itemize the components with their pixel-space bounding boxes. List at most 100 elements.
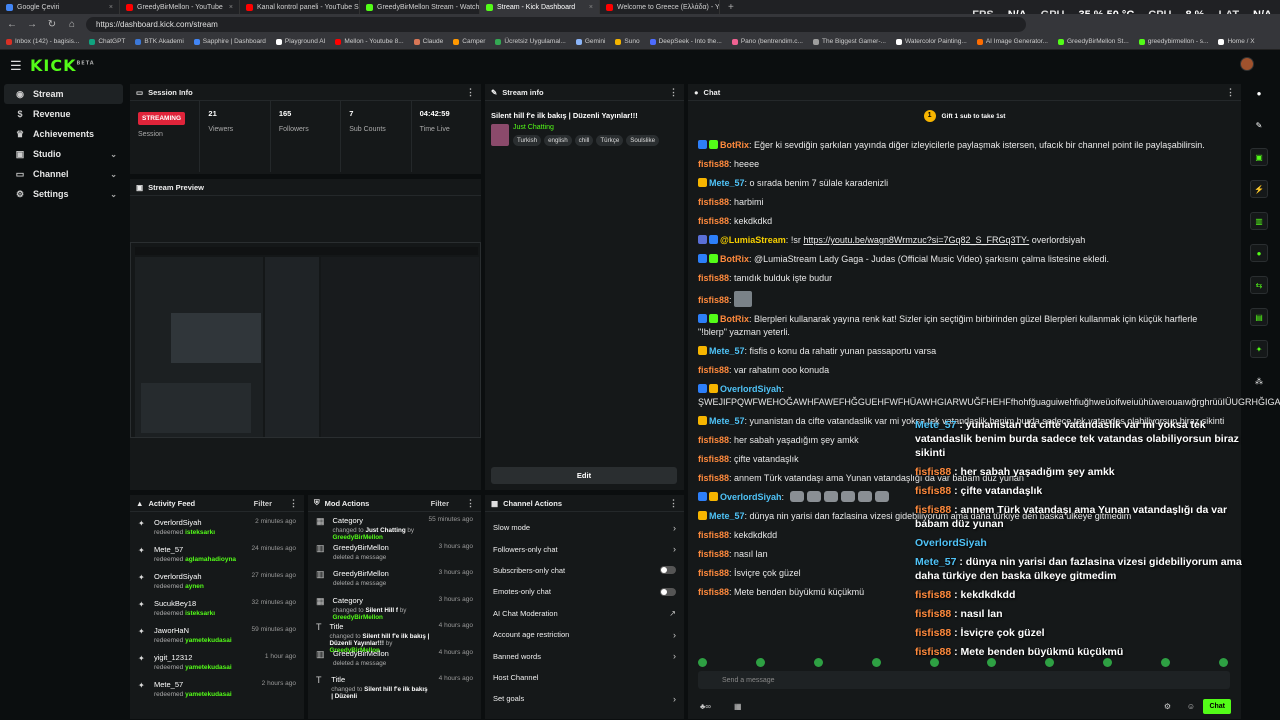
pencil-icon[interactable]: ✎ <box>1250 116 1268 134</box>
calendar-icon[interactable]: ▤ <box>1250 308 1268 326</box>
more-options-icon[interactable]: ⋮ <box>466 87 475 98</box>
bookmark-item[interactable]: Claude <box>413 38 443 45</box>
chat-username[interactable]: fisfis88 <box>698 587 729 597</box>
activity-username[interactable]: OverlordSiyah <box>154 572 204 581</box>
quick-emote-icon[interactable] <box>871 658 881 667</box>
more-options-icon[interactable]: ⋮ <box>669 87 678 98</box>
more-options-icon[interactable]: ⋮ <box>1226 87 1235 98</box>
chat-username[interactable]: fisfis88 <box>698 568 729 578</box>
chat-username[interactable]: fisfis88 <box>698 295 729 305</box>
stream-tag[interactable]: chill <box>574 135 594 146</box>
bookmark-item[interactable]: Mellon - Youtube 8... <box>335 38 404 45</box>
bookmark-item[interactable]: BTK Akademi <box>135 38 184 45</box>
bookmark-item[interactable]: Camper <box>453 38 485 45</box>
browser-tab[interactable]: GreedyBirMellon Stream - Watch...× <box>360 0 480 14</box>
mod-action-moderator[interactable]: GreedyBirMellon <box>333 614 383 621</box>
chat-username[interactable]: fisfis88 <box>698 473 729 483</box>
filter-button[interactable]: Filter <box>254 499 272 508</box>
bookmark-item[interactable]: Watercolor Painting... <box>895 38 967 45</box>
more-options-icon[interactable]: ⋮ <box>289 498 298 509</box>
channel-action-item[interactable]: Emotes-only chat <box>485 581 684 602</box>
url-input[interactable]: https://dashboard.kick.com/stream <box>86 16 1026 32</box>
browser-tab[interactable]: Welcome to Greece (Ελλάδα) - Yo...× <box>600 0 720 14</box>
home-icon[interactable]: ⌂ <box>66 19 78 30</box>
mod-action-moderator[interactable]: GreedyBirMellon <box>333 534 383 541</box>
channel-action-item[interactable]: Set goals › <box>485 688 684 709</box>
bookmark-item[interactable]: Suno <box>615 38 640 45</box>
close-tab-icon[interactable]: × <box>229 4 233 11</box>
category-name[interactable]: Just Chatting <box>513 124 659 131</box>
sidebar-item-studio[interactable]: ▣ Studio ⌄ <box>4 144 123 164</box>
chat-username[interactable]: Mete_57 <box>709 346 745 356</box>
quick-emote-icon[interactable] <box>755 658 765 667</box>
activity-username[interactable]: JaworHaN <box>154 626 232 635</box>
reload-icon[interactable]: ↻ <box>46 19 58 30</box>
user-avatar[interactable] <box>1240 57 1254 71</box>
browser-tab[interactable]: Google Çeviri × <box>0 0 120 14</box>
activity-username[interactable]: OverlordSiyah <box>154 518 215 527</box>
kick-logo[interactable]: KICKBETA <box>30 56 95 75</box>
trash-icon[interactable]: ▥ <box>1250 212 1268 230</box>
close-tab-icon[interactable]: × <box>109 4 113 11</box>
chat-username[interactable]: BotRix <box>720 314 749 324</box>
more-options-icon[interactable]: ⋮ <box>466 498 475 509</box>
chat-username[interactable]: fisfis88 <box>698 365 729 375</box>
channel-action-item[interactable]: Subscribers-only chat <box>485 560 684 581</box>
calendar-icon[interactable]: ▦ <box>734 702 742 711</box>
channel-action-item[interactable]: Slow mode › <box>485 517 684 538</box>
activity-username[interactable]: yigit_12312 <box>154 653 232 662</box>
stream-tag[interactable]: Soulslike <box>626 135 660 146</box>
bookmark-item[interactable]: Gemini <box>575 38 605 45</box>
gear-icon[interactable]: ⚙ <box>1164 702 1171 711</box>
chat-username[interactable]: @LumiaStream <box>720 235 786 245</box>
stream-tag[interactable]: Türkçe <box>596 135 624 146</box>
chat-username[interactable]: OverlordSiyah <box>720 384 782 394</box>
bookmark-item[interactable]: DeepSeek - Into the... <box>649 38 722 45</box>
browser-tab[interactable]: GreedyBirMellon - YouTube × <box>120 0 240 14</box>
channel-action-item[interactable]: Account age restriction › <box>485 624 684 645</box>
stream-tag[interactable]: english <box>544 135 572 146</box>
emote-picker-icon[interactable]: ☺ <box>1187 702 1195 711</box>
layout-icon[interactable]: ▣ <box>1250 148 1268 166</box>
chat-username[interactable]: BotRix <box>720 140 749 150</box>
close-tab-icon[interactable]: × <box>589 4 593 11</box>
chat-username[interactable]: fisfis88 <box>698 273 729 283</box>
bolt-icon[interactable]: ⚡ <box>1250 180 1268 198</box>
stream-preview-video[interactable] <box>130 242 481 438</box>
bookmark-item[interactable]: Home / X <box>1218 38 1255 45</box>
chat-username[interactable]: Mete_57 <box>709 416 745 426</box>
chat-username[interactable]: BotRix <box>720 254 749 264</box>
new-tab-icon[interactable]: + <box>720 2 742 13</box>
bookmark-item[interactable]: greedybirmellon - s... <box>1138 38 1208 45</box>
back-icon[interactable]: ← <box>6 19 18 30</box>
chat-input[interactable]: Send a message <box>698 671 1230 689</box>
chat-username[interactable]: Mete_57 <box>709 178 745 188</box>
bookmark-item[interactable]: AI Image Generator... <box>976 38 1048 45</box>
menu-icon[interactable]: ☰ <box>10 58 22 74</box>
filter-button[interactable]: Filter <box>431 499 449 508</box>
send-chat-button[interactable]: Chat <box>1203 699 1231 714</box>
activity-username[interactable]: SucukBey18 <box>154 599 215 608</box>
channel-action-item[interactable]: Banned words › <box>485 645 684 666</box>
sidebar-item-settings[interactable]: ⚙ Settings ⌄ <box>4 184 123 204</box>
chat-username[interactable]: fisfis88 <box>698 454 729 464</box>
bookmark-item[interactable]: Ücretsiz Uygulamal... <box>495 38 566 45</box>
wrench-icon[interactable]: ✦ <box>1250 340 1268 358</box>
sidebar-item-achievements[interactable]: ♛ Achievements <box>4 124 123 144</box>
stream-tag[interactable]: Turkish <box>513 135 542 146</box>
toggle-switch[interactable] <box>660 566 676 575</box>
chat-username[interactable]: Mete_57 <box>709 511 745 521</box>
link-icon[interactable]: ⇆ <box>1250 276 1268 294</box>
bookmark-item[interactable]: The Biggest Gamer-... <box>812 38 886 45</box>
browser-tab[interactable]: Kanal kontrol paneli - YouTube S...× <box>240 0 360 14</box>
chat-username[interactable]: fisfis88 <box>698 530 729 540</box>
more-options-icon[interactable]: ⋮ <box>669 498 678 509</box>
chat-bubble-icon[interactable]: ● <box>1250 244 1268 262</box>
forward-icon[interactable]: → <box>26 19 38 30</box>
sidebar-item-revenue[interactable]: $ Revenue <box>4 104 123 124</box>
chat-username[interactable]: fisfis88 <box>698 549 729 559</box>
toggle-switch[interactable] <box>660 587 676 596</box>
chat-username[interactable]: fisfis88 <box>698 435 729 445</box>
quick-emote-icon[interactable] <box>813 658 823 667</box>
bookmark-item[interactable]: GreedyBirMellon St... <box>1058 38 1129 45</box>
